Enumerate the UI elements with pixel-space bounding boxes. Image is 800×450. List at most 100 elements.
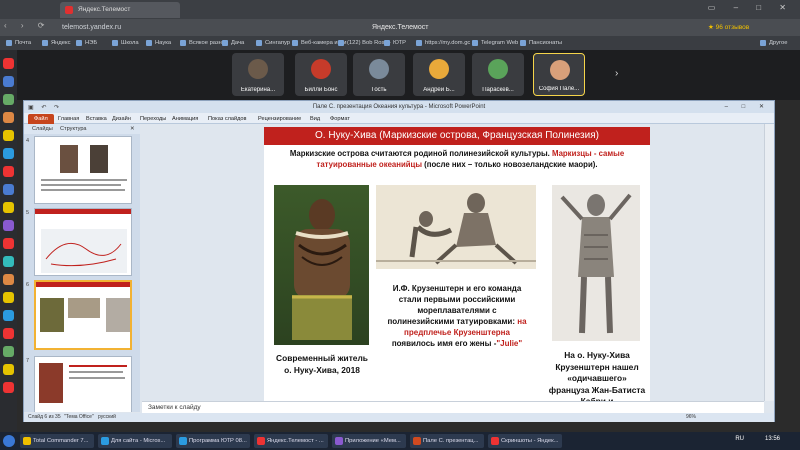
taskbar-clock[interactable]: 13:56 xyxy=(765,436,780,442)
thumb-number: 4 xyxy=(26,138,30,144)
slide-thumbnail[interactable] xyxy=(34,136,132,204)
bookmark-item[interactable]: https://my.dom.gc xyxy=(416,38,470,48)
ribbon-tab[interactable]: Рецензирование xyxy=(258,114,301,124)
sidebar-app-icon[interactable] xyxy=(3,202,14,213)
participant-tile[interactable]: Параскев... xyxy=(472,53,524,96)
participant-tile[interactable]: Андрей Б... xyxy=(413,53,465,96)
sidebar-app-icon[interactable] xyxy=(3,292,14,303)
rating-badge[interactable]: ★ 96 отзывов xyxy=(708,22,749,33)
sidebar-app-icon[interactable] xyxy=(3,346,14,357)
slide-thumbnail[interactable] xyxy=(34,208,132,276)
taskbar-app-icon xyxy=(413,437,421,445)
taskbar-app-icon xyxy=(179,437,187,445)
ribbon-tab[interactable]: Главная xyxy=(58,114,79,124)
tab-outline[interactable]: Структура xyxy=(60,125,87,133)
bookmark-item[interactable]: Дача xyxy=(222,38,244,48)
taskbar-item[interactable]: Для сайта - Micros... xyxy=(98,434,172,448)
ppt-window-controls[interactable]: – □ ✕ xyxy=(725,101,770,113)
ribbon-tab[interactable]: Файл xyxy=(28,114,54,124)
caption-highlight-julie: "Julie" xyxy=(496,339,523,348)
taskbar-item[interactable]: Яндекс.Телемост - ... xyxy=(254,434,328,448)
intro-text-part: (после них – только новозеландские маори… xyxy=(422,159,598,169)
bookmark-item[interactable]: Наука xyxy=(146,38,171,48)
taskbar-item[interactable]: Скриншоты - Яндек... xyxy=(488,434,562,448)
participant-tile[interactable]: София Пале... xyxy=(533,53,585,96)
taskbar-item-label: Total Commander 7... xyxy=(33,438,89,444)
map-image xyxy=(41,229,127,273)
browser-sidebar xyxy=(0,50,17,432)
sidebar-app-icon[interactable] xyxy=(3,76,14,87)
next-participants-icon[interactable]: › xyxy=(615,68,618,79)
sidebar-app-icon[interactable] xyxy=(3,130,14,141)
participant-tile[interactable]: Билли Бонс xyxy=(295,53,347,96)
participant-name: София Пале... xyxy=(538,86,580,92)
thumb-title-bar xyxy=(36,282,130,287)
status-zoom[interactable]: 96% xyxy=(686,413,696,422)
participant-tile[interactable]: Екатерина... xyxy=(232,53,284,96)
sidebar-app-icon[interactable] xyxy=(3,94,14,105)
participant-name: Гость xyxy=(371,87,387,93)
participant-tile[interactable]: Гость xyxy=(353,53,405,96)
bookmark-item[interactable]: Пансионаты xyxy=(520,38,562,48)
bookmark-item[interactable]: Telegram Web xyxy=(472,38,518,48)
sidebar-app-icon[interactable] xyxy=(3,112,14,123)
taskbar-item[interactable]: Программа ЮТР 08... xyxy=(176,434,250,448)
sidebar-yandex-icon[interactable] xyxy=(3,58,14,69)
caption-cabri: На о. Нуку-Хива Крузенштерн нашел «одича… xyxy=(548,350,646,401)
sidebar-app-icon[interactable] xyxy=(3,148,14,159)
bookmark-item[interactable]: Почта xyxy=(6,38,31,48)
thumb-number: 7 xyxy=(26,358,30,364)
ppt-status-bar: Слайд 6 из 35 "Тема Office" русский 96% xyxy=(24,413,774,422)
close-panel-icon[interactable]: ✕ xyxy=(130,125,135,133)
slide-scrollbar[interactable] xyxy=(764,124,774,401)
sidebar-app-icon[interactable] xyxy=(3,238,14,249)
ribbon-tab[interactable]: Вставка xyxy=(86,114,107,124)
bookmark-item[interactable]: (122) Bob Ross - xyxy=(338,38,391,48)
taskbar-item[interactable]: Total Commander 7... xyxy=(20,434,94,448)
ribbon-tab[interactable]: Показ слайдов xyxy=(208,114,247,124)
slide-thumbnail[interactable] xyxy=(34,356,132,412)
ribbon-tab[interactable]: Вид xyxy=(310,114,320,124)
bookmark-item[interactable]: Сингапур xyxy=(256,38,290,48)
ribbon-tab[interactable]: Дизайн xyxy=(112,114,131,124)
slide-thumbnail-selected[interactable] xyxy=(34,280,132,350)
sidebar-app-icon[interactable] xyxy=(3,382,14,393)
ribbon-tab[interactable]: Переходы xyxy=(140,114,166,124)
ppt-window-title: Пале С. презентация Океания культура - M… xyxy=(312,104,486,110)
taskbar-language[interactable]: RU xyxy=(735,436,744,442)
slide-canvas[interactable]: О. Нуку-Хива (Маркизские острова, Францу… xyxy=(264,127,650,401)
taskbar-app-icon xyxy=(335,437,343,445)
ribbon-tab[interactable]: Формат xyxy=(330,114,350,124)
nav-back-forward-reload-icons[interactable]: ‹ › ⟳ xyxy=(4,21,50,30)
bookmark-folder-icon xyxy=(256,40,262,46)
ribbon-tab[interactable]: Анимация xyxy=(172,114,198,124)
status-slide-count: Слайд 6 из 35 xyxy=(28,414,61,420)
slide-intro-text: Маркизские острова считаются родиной пол… xyxy=(268,149,646,170)
bookmark-item[interactable]: Школа xyxy=(112,38,139,48)
text-line xyxy=(41,184,121,186)
sidebar-app-icon[interactable] xyxy=(3,328,14,339)
sidebar-app-icon[interactable] xyxy=(3,364,14,375)
notes-pane[interactable]: Заметки к слайду xyxy=(142,401,764,413)
sidebar-app-icon[interactable] xyxy=(3,256,14,267)
browser-tab-active[interactable]: Яндекс.Телемост xyxy=(60,2,180,18)
bookmark-label: Сингапур xyxy=(265,40,291,46)
caption-text: появилось имя его жены - xyxy=(391,339,497,348)
tab-slides[interactable]: Слайды xyxy=(32,125,53,133)
taskbar-item[interactable]: Приложение «Мем... xyxy=(332,434,406,448)
sidebar-app-icon[interactable] xyxy=(3,220,14,231)
bookmark-item[interactable]: Другое xyxy=(760,38,787,48)
sidebar-app-icon[interactable] xyxy=(3,184,14,195)
window-controls[interactable]: ▭ – □ ✕ xyxy=(708,3,794,12)
bookmark-item[interactable]: НЭБ xyxy=(76,38,97,48)
bookmark-item[interactable]: ЮТР xyxy=(384,38,406,48)
sidebar-app-icon[interactable] xyxy=(3,166,14,177)
bookmark-item[interactable]: Яндекс xyxy=(42,38,71,48)
start-button-icon[interactable] xyxy=(3,435,15,447)
sidebar-app-icon[interactable] xyxy=(3,310,14,321)
bookmark-label: Дача xyxy=(231,40,245,46)
caption-text: И.Ф. Крузенштерн и его команда стали пер… xyxy=(387,284,522,326)
sidebar-app-icon[interactable] xyxy=(3,274,14,285)
telemost-favicon-icon xyxy=(65,6,73,14)
taskbar-item[interactable]: Пале С. презентац... xyxy=(410,434,484,448)
